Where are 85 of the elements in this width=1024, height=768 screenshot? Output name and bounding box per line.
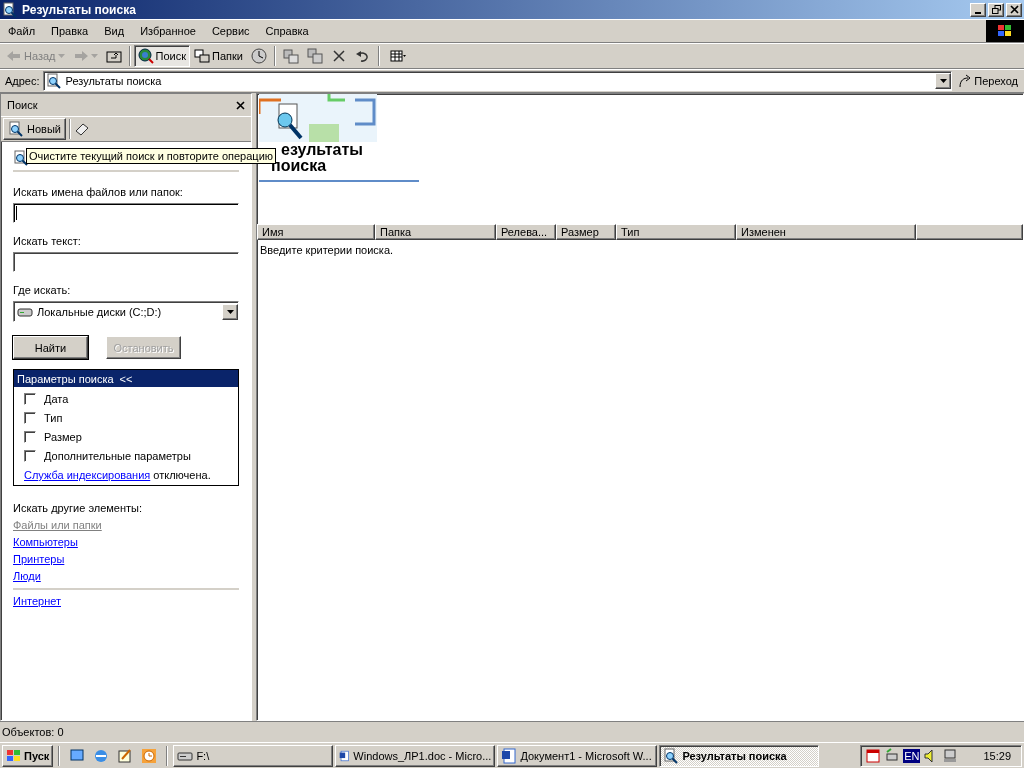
status-text: Объектов: 0	[2, 726, 64, 738]
go-button[interactable]: Переход	[952, 74, 1024, 88]
right-arrow-icon	[72, 48, 89, 64]
start-button[interactable]: Пуск	[2, 744, 54, 767]
column-header[interactable]: Размер	[556, 224, 616, 240]
search-document-icon	[2, 1, 18, 18]
clock-icon[interactable]	[141, 747, 158, 764]
taskbar-button[interactable]: Windows_ЛР1.doc - Micro...	[335, 744, 496, 767]
document-icon	[501, 747, 518, 764]
menu-item[interactable]: Вид	[96, 25, 133, 37]
desktop-icon[interactable]	[69, 747, 86, 764]
caret-icon	[90, 54, 98, 58]
taskbar-button[interactable]: Результаты поиска	[659, 744, 820, 767]
language-indicator[interactable]: EN	[903, 748, 921, 763]
caret-icon	[939, 79, 947, 83]
restore-icon	[991, 5, 1001, 14]
caret-icon	[57, 54, 65, 58]
calendar-icon	[865, 747, 882, 764]
magnifier-icon	[8, 121, 24, 137]
windows-logo-icon	[986, 20, 1024, 42]
close-button[interactable]	[1006, 2, 1022, 17]
search-document-icon	[13, 150, 29, 166]
network-icon	[884, 747, 901, 764]
field-label: Искать имена файлов или папок:	[13, 186, 184, 198]
results-message: Введите критерии поиска.	[259, 243, 395, 258]
column-header[interactable]: Изменен	[736, 224, 916, 240]
other-items-label: Искать другие элементы:	[13, 502, 144, 514]
field-label: Где искать:	[13, 284, 72, 296]
globe-magnifier-icon	[137, 48, 154, 64]
taskbar-button[interactable]: F:\	[173, 744, 334, 767]
location-dropdown[interactable]: Локальные диски (C:;D:)	[13, 301, 239, 322]
checkbox-label: Дата	[44, 393, 69, 405]
address-field[interactable]: Результаты поиска	[42, 71, 953, 91]
menu-item[interactable]: Сервис	[203, 25, 258, 37]
close-icon	[1009, 5, 1019, 14]
internet-link[interactable]: Интернет	[13, 595, 61, 607]
clock-icon	[250, 48, 267, 64]
folder-up-icon	[105, 48, 122, 64]
close-icon[interactable]	[236, 100, 245, 110]
move-to-icon	[282, 48, 299, 64]
notepad-icon[interactable]	[117, 747, 134, 764]
menu-item[interactable]: Файл	[0, 25, 44, 37]
folders-button[interactable]: Папки	[190, 45, 247, 67]
search-document-icon	[663, 747, 680, 764]
column-header[interactable]: Имя	[257, 224, 375, 240]
column-header[interactable]: Папка	[375, 224, 496, 240]
pane-title: Поиск	[7, 99, 38, 111]
options-header[interactable]: Параметры поиска <<	[14, 370, 238, 387]
caret-icon	[226, 309, 234, 314]
menu-item[interactable]: Избранное	[132, 25, 204, 37]
left-arrow-icon	[6, 48, 22, 64]
taskbar-button[interactable]: Документ1 - Microsoft W...	[497, 744, 658, 767]
curved-arrow-icon	[958, 74, 973, 88]
folders-icon	[194, 48, 210, 64]
search-link[interactable]: Принтеры	[13, 553, 65, 565]
minimize-icon	[975, 11, 981, 14]
field-label: Искать текст:	[13, 235, 82, 247]
tooltip: Очистите текущий поиск и повторите операцию	[26, 148, 277, 164]
clock: 15:29	[983, 749, 1011, 762]
delete-icon	[330, 48, 347, 64]
minimize-button[interactable]	[970, 2, 986, 17]
computer-icon	[942, 747, 959, 764]
search-link[interactable]: Люди	[13, 570, 41, 582]
checkbox-label: Тип	[44, 412, 63, 424]
search-link[interactable]: Компьютеры	[13, 536, 78, 548]
search-button[interactable]: Поиск	[133, 45, 190, 67]
search-document-icon	[45, 73, 62, 89]
dropdown-button[interactable]	[935, 73, 952, 89]
new-search-button[interactable]: Новый	[3, 118, 66, 140]
menu-item[interactable]: Справка	[257, 25, 317, 37]
column-header[interactable]: Релева...	[496, 224, 556, 240]
dropdown-button[interactable]	[222, 303, 238, 320]
window-title: Результаты поиска	[22, 2, 137, 17]
undo-icon	[354, 48, 371, 64]
find-button[interactable]: Найти	[13, 336, 88, 359]
column-header[interactable]: Тип	[616, 224, 736, 240]
copy-to-icon	[306, 48, 323, 64]
indexing-status-text: Служба индексирования отключена.	[24, 469, 212, 481]
indexing-link[interactable]: Служба индексирования	[24, 469, 151, 481]
windows-logo-icon	[6, 747, 22, 764]
checkbox-label: Дополнительные параметры	[44, 450, 191, 462]
checkbox-label: Размер	[44, 431, 82, 443]
menu-item[interactable]: Правка	[43, 25, 97, 37]
restore-button[interactable]	[988, 2, 1004, 17]
address-label: Адрес:	[4, 75, 41, 87]
